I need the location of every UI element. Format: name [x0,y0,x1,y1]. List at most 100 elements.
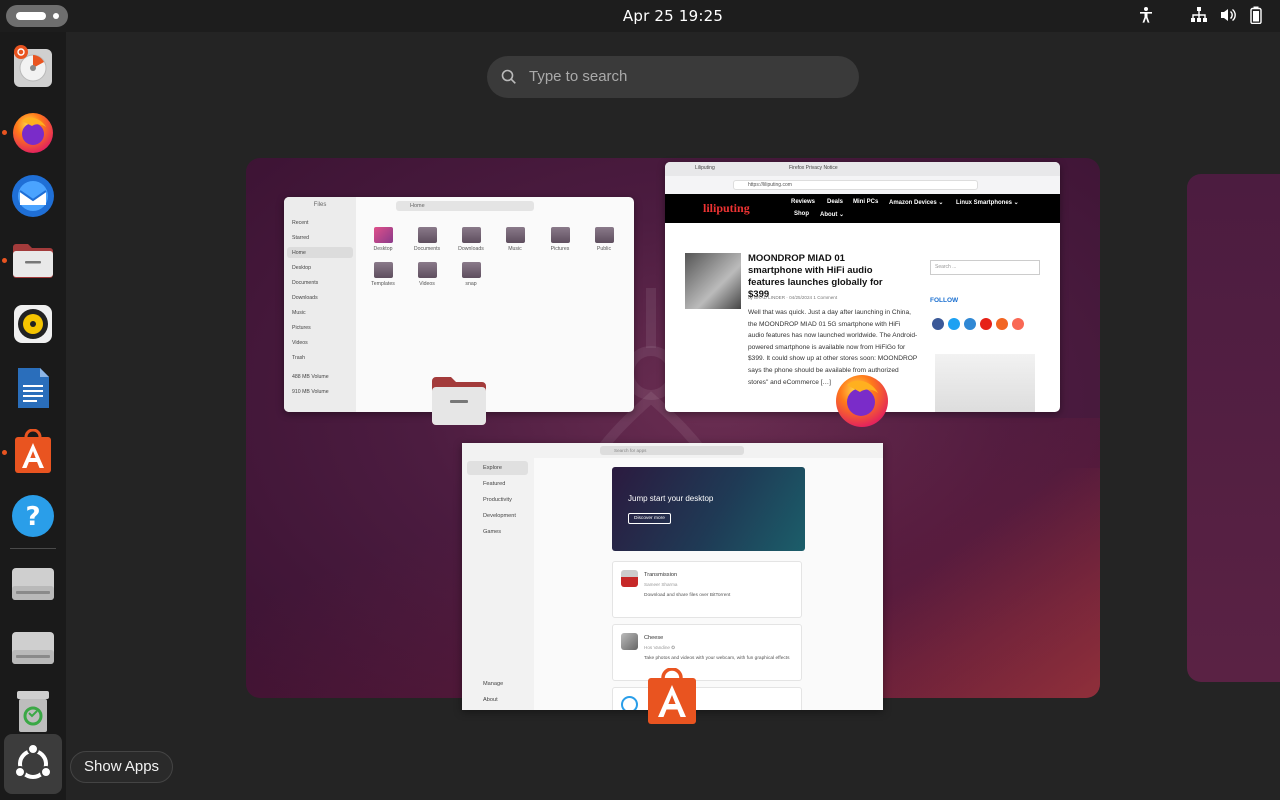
files-sidebar: Files Recent Starred Home Desktop Docume… [284,197,356,412]
app-card-title: Transmission [644,572,678,578]
nav-about[interactable]: About [483,697,498,703]
nav-deals[interactable]: Deals [827,199,843,205]
dock-help[interactable]: ? [8,491,58,541]
rss-icon[interactable] [996,318,1008,330]
sidebar-item-desktop[interactable]: Desktop [292,265,311,271]
show-apps-tooltip: Show Apps [70,751,174,783]
app-card-cheese[interactable]: Cheese Hos Vandine ✪ Take photos and vid… [612,624,802,681]
folder-icon [594,227,614,243]
dock-separator [10,548,56,549]
folder-downloads[interactable]: Downloads [454,227,488,252]
nav-shop[interactable]: Shop [794,211,809,217]
site-search-input[interactable]: Search ... [930,260,1040,275]
transmission-icon [621,570,638,587]
nav-linux-smartphones[interactable]: Linux Smartphones ⌄ [956,199,1019,206]
sidebar-item-pictures[interactable]: Pictures [292,325,311,331]
youtube-icon[interactable] [980,318,992,330]
article-byline: by BRAD LINDER · 04/25/2024 1 Comment [748,295,838,300]
mastodon-icon[interactable] [964,318,976,330]
nav-manage[interactable]: Manage [483,681,503,687]
nav-about[interactable]: About ⌄ [820,211,844,218]
dock-app-center[interactable] [8,427,58,477]
tab-privacy[interactable]: Firefox Privacy Notice [789,165,838,171]
featured-banner[interactable]: Jump start your desktop Discover more [612,467,805,551]
drive-icon [12,568,54,600]
tab-liliputing[interactable]: Liliputing [695,165,715,171]
battery-icon[interactable] [1249,6,1263,24]
dock: ? [0,32,66,800]
url-bar[interactable]: https://liliputing.com [733,180,978,190]
folder-pictures[interactable]: Pictures [543,227,577,252]
sidebar-item-volume[interactable]: 910 MB Volume [292,389,329,395]
folder-icon [461,262,481,278]
app-card-transmission[interactable]: Transmission Sameer Sharma Download and … [612,561,802,618]
article-headline[interactable]: MOONDROP MIAD 01 smartphone with HiFi au… [748,253,893,301]
patreon-icon[interactable] [1012,318,1024,330]
nav-explore[interactable]: Explore [483,465,502,471]
advertisement-image[interactable] [935,354,1035,412]
files-path-bar[interactable]: Home [396,201,534,211]
folder-documents[interactable]: Documents [410,227,444,252]
app-center-icon [15,429,51,473]
folder-desktop[interactable]: Desktop [366,227,400,252]
dock-volume-1[interactable] [8,558,58,608]
search-input[interactable]: Type to search [529,68,627,85]
app-center-badge-icon [648,668,696,724]
facebook-icon[interactable] [932,318,944,330]
network-wired-icon[interactable] [1190,6,1208,24]
dock-volume-2[interactable] [8,622,58,672]
sidebar-item-trash[interactable]: Trash [292,355,305,361]
running-indicator [2,130,7,135]
sidebar-item-volume[interactable]: 488 MB Volume [292,374,329,380]
svg-text:?: ? [25,502,40,532]
files-title: Files [313,202,327,208]
dock-trash[interactable] [8,686,58,736]
twitter-icon[interactable] [948,318,960,330]
app-card-description: Download and share files over BitTorrent [644,593,731,598]
follow-heading: FOLLOW [930,297,959,304]
accessibility-icon[interactable] [1138,6,1154,24]
folder-public[interactable]: Public [587,227,621,252]
site-logo[interactable]: liliputing [703,201,750,216]
nav-mini-pcs[interactable]: Mini PCs [853,199,878,205]
clock[interactable]: Apr 25 19:25 [0,7,1280,25]
dock-files[interactable] [8,235,58,285]
firefox-app-badge-icon [836,375,888,427]
sidebar-item-recent[interactable]: Recent [292,220,308,226]
app-card[interactable] [612,687,802,710]
app-center-header: Search for apps [462,443,883,458]
show-apps-button[interactable] [4,734,62,794]
sidebar-item-downloads[interactable]: Downloads [292,295,318,301]
firefox-icon [13,113,53,153]
folder-music[interactable]: Music [498,227,532,252]
workspace-next[interactable] [1187,174,1280,682]
sidebar-item-music[interactable]: Music [292,310,306,316]
sidebar-item-starred[interactable]: Starred [292,235,309,241]
dock-thunderbird[interactable] [8,171,58,221]
nav-development[interactable]: Development [483,513,516,519]
nav-featured[interactable]: Featured [483,481,505,487]
discover-more-button[interactable]: Discover more [628,513,671,524]
folder-icon [373,262,393,278]
dock-rhythmbox[interactable] [8,299,58,349]
folder-videos[interactable]: Videos [410,262,444,287]
article-image[interactable] [685,253,741,309]
sidebar-item-home[interactable]: Home [292,250,306,256]
nav-productivity[interactable]: Productivity [483,497,512,503]
sidebar-item-videos[interactable]: Videos [292,340,308,346]
nav-reviews[interactable]: Reviews [791,199,815,205]
dock-firefox[interactable] [8,107,58,157]
nav-amazon-devices[interactable]: Amazon Devices ⌄ [889,199,943,206]
drive-icon [12,632,54,664]
nav-games[interactable]: Games [483,529,501,535]
folder-templates[interactable]: Templates [366,262,400,287]
dock-disk-usage[interactable] [8,43,58,93]
dock-writer[interactable] [8,363,58,413]
folder-snap[interactable]: snap [454,262,488,287]
app-search-input[interactable]: Search for apps [600,446,744,455]
search-bar[interactable]: Type to search [487,56,859,98]
folder-icon [373,227,393,243]
folder-icon [417,262,437,278]
volume-icon[interactable] [1219,6,1237,24]
sidebar-item-documents[interactable]: Documents [292,280,318,286]
